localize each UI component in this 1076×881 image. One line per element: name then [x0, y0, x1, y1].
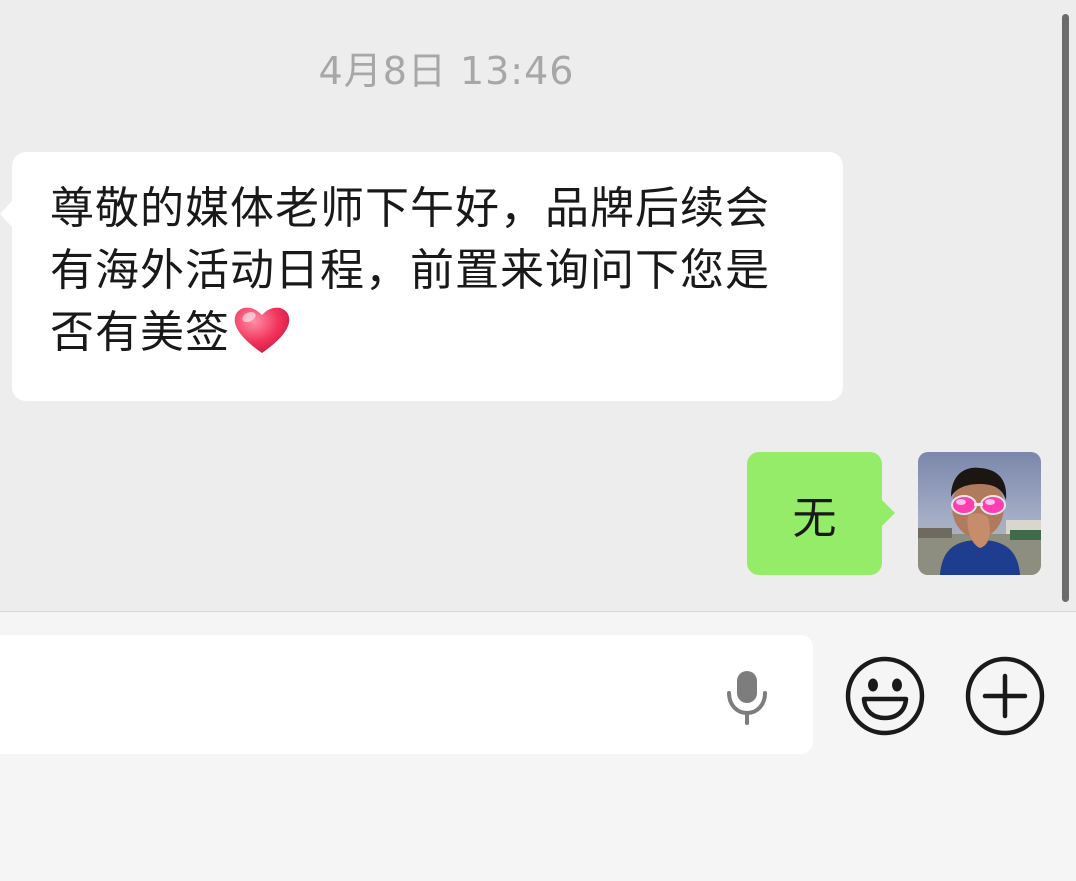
- incoming-message: 尊敬的媒体老师下午好，品牌后续会有海外活动日程，前置来询问下您是否有美签: [50, 178, 813, 364]
- message-input-field[interactable]: [0, 635, 813, 754]
- smiley-icon[interactable]: [844, 655, 926, 737]
- heart-emoji-icon: [232, 303, 292, 355]
- outgoing-message-bubble[interactable]: 无: [747, 452, 895, 575]
- chat-area[interactable]: 4月8日 13:46 尊敬的媒体老师下午好，品牌后续会有海外活动日程，前置来询问…: [0, 0, 1076, 611]
- user-avatar[interactable]: [918, 452, 1041, 575]
- chat-input-bar: [0, 612, 1076, 881]
- chat-scrollbar[interactable]: [1062, 14, 1069, 602]
- message-timestamp: 4月8日 13:46: [318, 49, 575, 93]
- microphone-icon[interactable]: [725, 669, 769, 725]
- incoming-message-bubble[interactable]: 尊敬的媒体老师下午好，品牌后续会有海外活动日程，前置来询问下您是否有美签: [0, 152, 843, 401]
- incoming-message-text: 尊敬的媒体老师下午好，品牌后续会有海外活动日程，前置来询问下您是否有美签: [50, 183, 770, 358]
- outgoing-message-text: 无: [792, 492, 837, 544]
- plus-icon[interactable]: [964, 655, 1046, 737]
